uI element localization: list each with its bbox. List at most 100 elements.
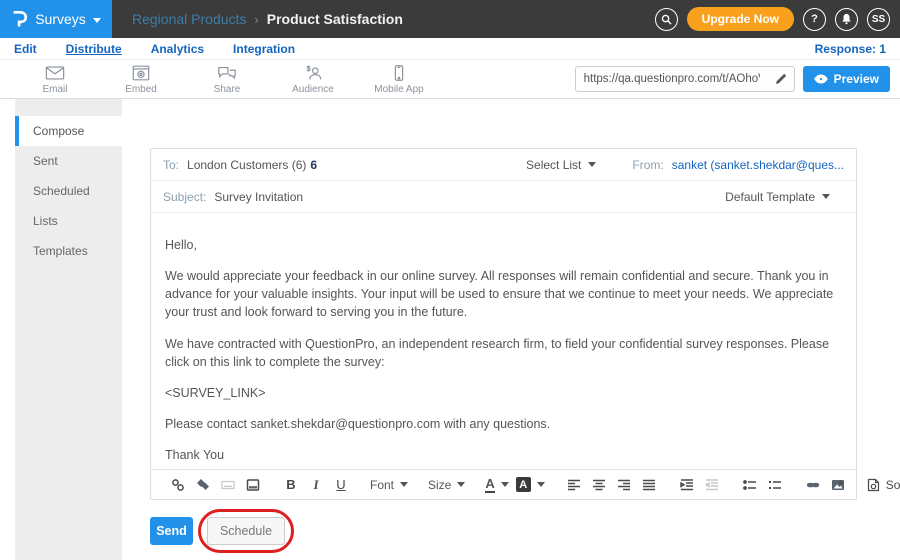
breadcrumb-separator-icon: ›	[254, 12, 258, 27]
recipient-count: 6	[310, 158, 317, 172]
sidebar-item-sent[interactable]: Sent	[15, 146, 122, 176]
sidebar-item-scheduled[interactable]: Scheduled	[15, 176, 122, 206]
tab-edit[interactable]: Edit	[14, 42, 37, 56]
share-icon	[217, 64, 237, 82]
select-list-label: Select List	[526, 158, 581, 172]
numbered-list-icon[interactable]	[766, 474, 784, 496]
email-icon	[45, 64, 65, 82]
channel-share[interactable]: Share	[196, 64, 258, 95]
indent-icon[interactable]	[678, 474, 696, 496]
body-paragraph: We have contracted with QuestionPro, an …	[165, 335, 842, 371]
bold-button[interactable]: B	[282, 474, 300, 496]
to-label: To:	[163, 158, 179, 172]
chevron-down-icon	[457, 482, 465, 487]
to-value[interactable]: London Customers (6)	[187, 158, 306, 172]
top-bar: Surveys Regional Products › Product Sati…	[0, 0, 900, 38]
template-dropdown[interactable]: Default Template	[725, 190, 830, 204]
size-label: Size	[428, 478, 451, 492]
search-icon	[661, 14, 672, 25]
source-button[interactable]: Source	[867, 478, 900, 492]
justify-icon[interactable]	[640, 474, 658, 496]
chevron-down-icon	[400, 482, 408, 487]
body-paragraph: <SURVEY_LINK>	[165, 384, 842, 402]
mobile-app-icon	[389, 64, 409, 82]
align-left-icon[interactable]	[565, 474, 583, 496]
response-count[interactable]: Response: 1	[815, 42, 886, 56]
font-label: Font	[370, 478, 394, 492]
tags-icon[interactable]	[194, 474, 212, 496]
breadcrumb-current: Product Satisfaction	[267, 11, 403, 27]
survey-tabs: Edit Distribute Analytics Integration Re…	[0, 38, 900, 60]
distribute-sidebar: Compose Sent Scheduled Lists Templates	[15, 99, 122, 560]
audience-icon: $	[303, 64, 323, 82]
chevron-down-icon	[588, 162, 596, 167]
from-value[interactable]: sanket (sanket.shekdar@ques...	[672, 158, 844, 172]
text-color-button[interactable]: A	[485, 477, 508, 493]
template-block-icon[interactable]	[244, 474, 262, 496]
body-paragraph: Hello,	[165, 236, 842, 254]
preview-button[interactable]: Preview	[803, 66, 890, 92]
distribute-toolbar: Email Embed Share $ Audience Mobile App	[0, 60, 900, 99]
schedule-button[interactable]: Schedule	[207, 517, 285, 545]
sidebar-item-lists[interactable]: Lists	[15, 206, 122, 236]
sidebar-item-compose[interactable]: Compose	[15, 116, 122, 146]
tab-distribute[interactable]: Distribute	[66, 42, 122, 56]
email-body-editor[interactable]: Hello, We would appreciate your feedback…	[151, 213, 856, 469]
unlink-icon[interactable]	[169, 474, 187, 496]
size-dropdown[interactable]: Size	[428, 478, 465, 492]
font-dropdown[interactable]: Font	[370, 478, 408, 492]
text-color-label: A	[485, 477, 494, 493]
embed-icon	[131, 64, 151, 82]
image-icon[interactable]	[829, 474, 847, 496]
chevron-down-icon	[537, 482, 545, 487]
send-button[interactable]: Send	[150, 517, 193, 545]
keyboard-icon	[219, 474, 237, 496]
help-button[interactable]: ?	[803, 8, 826, 31]
sidebar-item-templates[interactable]: Templates	[15, 236, 122, 266]
topbar-actions: Upgrade Now ? SS	[655, 7, 900, 31]
surveys-product-menu[interactable]: Surveys	[0, 0, 112, 38]
preview-label: Preview	[834, 72, 879, 86]
channel-label: Embed	[125, 84, 157, 95]
breadcrumb: Regional Products › Product Satisfaction	[132, 11, 403, 27]
edit-url-button[interactable]	[768, 66, 794, 92]
search-button[interactable]	[655, 8, 678, 31]
channel-label: Email	[42, 84, 67, 95]
source-doc-icon	[867, 478, 880, 492]
compose-panel: To: London Customers (6) 6 Select List F…	[150, 148, 857, 500]
body-paragraph: Please contact sanket.shekdar@questionpr…	[165, 415, 842, 433]
breadcrumb-parent[interactable]: Regional Products	[132, 11, 246, 27]
chevron-down-icon	[93, 18, 101, 23]
link-icon[interactable]	[804, 474, 822, 496]
channel-mobile-app[interactable]: Mobile App	[368, 64, 430, 95]
template-label: Default Template	[725, 190, 815, 204]
channel-list: Email Embed Share $ Audience Mobile App	[24, 64, 430, 95]
pencil-icon	[775, 73, 787, 85]
channel-label: Share	[214, 84, 241, 95]
align-center-icon[interactable]	[590, 474, 608, 496]
tab-analytics[interactable]: Analytics	[151, 42, 204, 56]
align-right-icon[interactable]	[615, 474, 633, 496]
editor-toolbar: B I U Font Size A A	[151, 469, 856, 499]
chevron-down-icon	[501, 482, 509, 487]
survey-url-input[interactable]	[576, 73, 768, 85]
italic-button[interactable]: I	[307, 474, 325, 496]
svg-text:$: $	[307, 64, 311, 73]
avatar[interactable]: SS	[867, 8, 890, 31]
channel-embed[interactable]: Embed	[110, 64, 172, 95]
upgrade-now-button[interactable]: Upgrade Now	[687, 7, 794, 31]
chevron-down-icon	[822, 194, 830, 199]
product-label: Surveys	[35, 11, 86, 27]
channel-audience[interactable]: $ Audience	[282, 64, 344, 95]
outdent-icon	[703, 474, 721, 496]
subject-value[interactable]: Survey Invitation	[214, 190, 303, 204]
bulleted-list-icon[interactable]	[741, 474, 759, 496]
bell-icon	[841, 13, 852, 25]
background-color-button[interactable]: A	[516, 477, 545, 492]
notifications-button[interactable]	[835, 8, 858, 31]
select-list-dropdown[interactable]: Select List	[526, 158, 596, 172]
tab-integration[interactable]: Integration	[233, 42, 295, 56]
underline-button[interactable]: U	[332, 474, 350, 496]
channel-email[interactable]: Email	[24, 64, 86, 95]
subject-row: Subject: Survey Invitation Default Templ…	[151, 181, 856, 213]
